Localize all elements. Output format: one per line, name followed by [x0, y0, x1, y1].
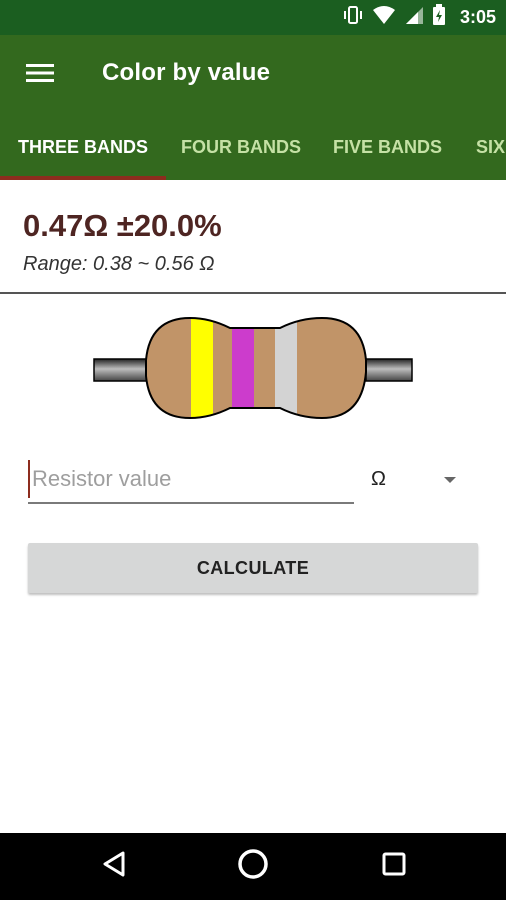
- status-time: 3:05: [459, 7, 496, 27]
- tab-indicator: [0, 176, 166, 180]
- home-button[interactable]: [221, 833, 285, 900]
- signal-icon: [404, 5, 424, 30]
- status-bar: 3:05: [0, 0, 506, 35]
- status-icons: 3:05: [342, 0, 496, 35]
- app-title: Color by value: [102, 59, 271, 86]
- calculate-button[interactable]: CALCULATE: [28, 543, 478, 593]
- tab-five-bands[interactable]: FIVE BANDS: [333, 115, 442, 180]
- resistor-value-field-wrapper: [28, 460, 354, 504]
- tab-four-bands[interactable]: FOUR BANDS: [181, 115, 301, 180]
- unit-dropdown[interactable]: Ω: [362, 462, 468, 498]
- navigation-bar: [0, 833, 506, 900]
- tab-bar: THREE BANDS FOUR BANDS FIVE BANDS SIX: [0, 115, 506, 180]
- resistor-graphic: [90, 310, 420, 431]
- menu-button[interactable]: [22, 59, 58, 91]
- recents-button[interactable]: [362, 833, 426, 900]
- recents-icon: [381, 851, 407, 882]
- vibrate-icon: [342, 5, 364, 30]
- band-1: [191, 318, 213, 418]
- tab-three-bands[interactable]: THREE BANDS: [18, 115, 148, 180]
- result-value: 0.47Ω ±20.0%: [23, 208, 222, 243]
- app-bar: Color by value: [0, 35, 506, 115]
- wifi-icon: [372, 5, 396, 30]
- dropdown-caret-icon: [444, 477, 456, 483]
- back-button[interactable]: [82, 833, 146, 900]
- tab-six-bands[interactable]: SIX: [476, 115, 505, 180]
- left-lead: [93, 358, 149, 382]
- unit-selected-label: Ω: [371, 468, 386, 490]
- resistor-value-input[interactable]: [28, 460, 354, 498]
- menu-icon: [26, 62, 54, 89]
- result-range: Range: 0.38 ~ 0.56 Ω: [23, 253, 215, 275]
- back-icon: [101, 850, 127, 883]
- battery-icon: [432, 4, 446, 31]
- divider: [0, 292, 506, 294]
- home-icon: [236, 847, 270, 886]
- right-lead: [365, 358, 413, 382]
